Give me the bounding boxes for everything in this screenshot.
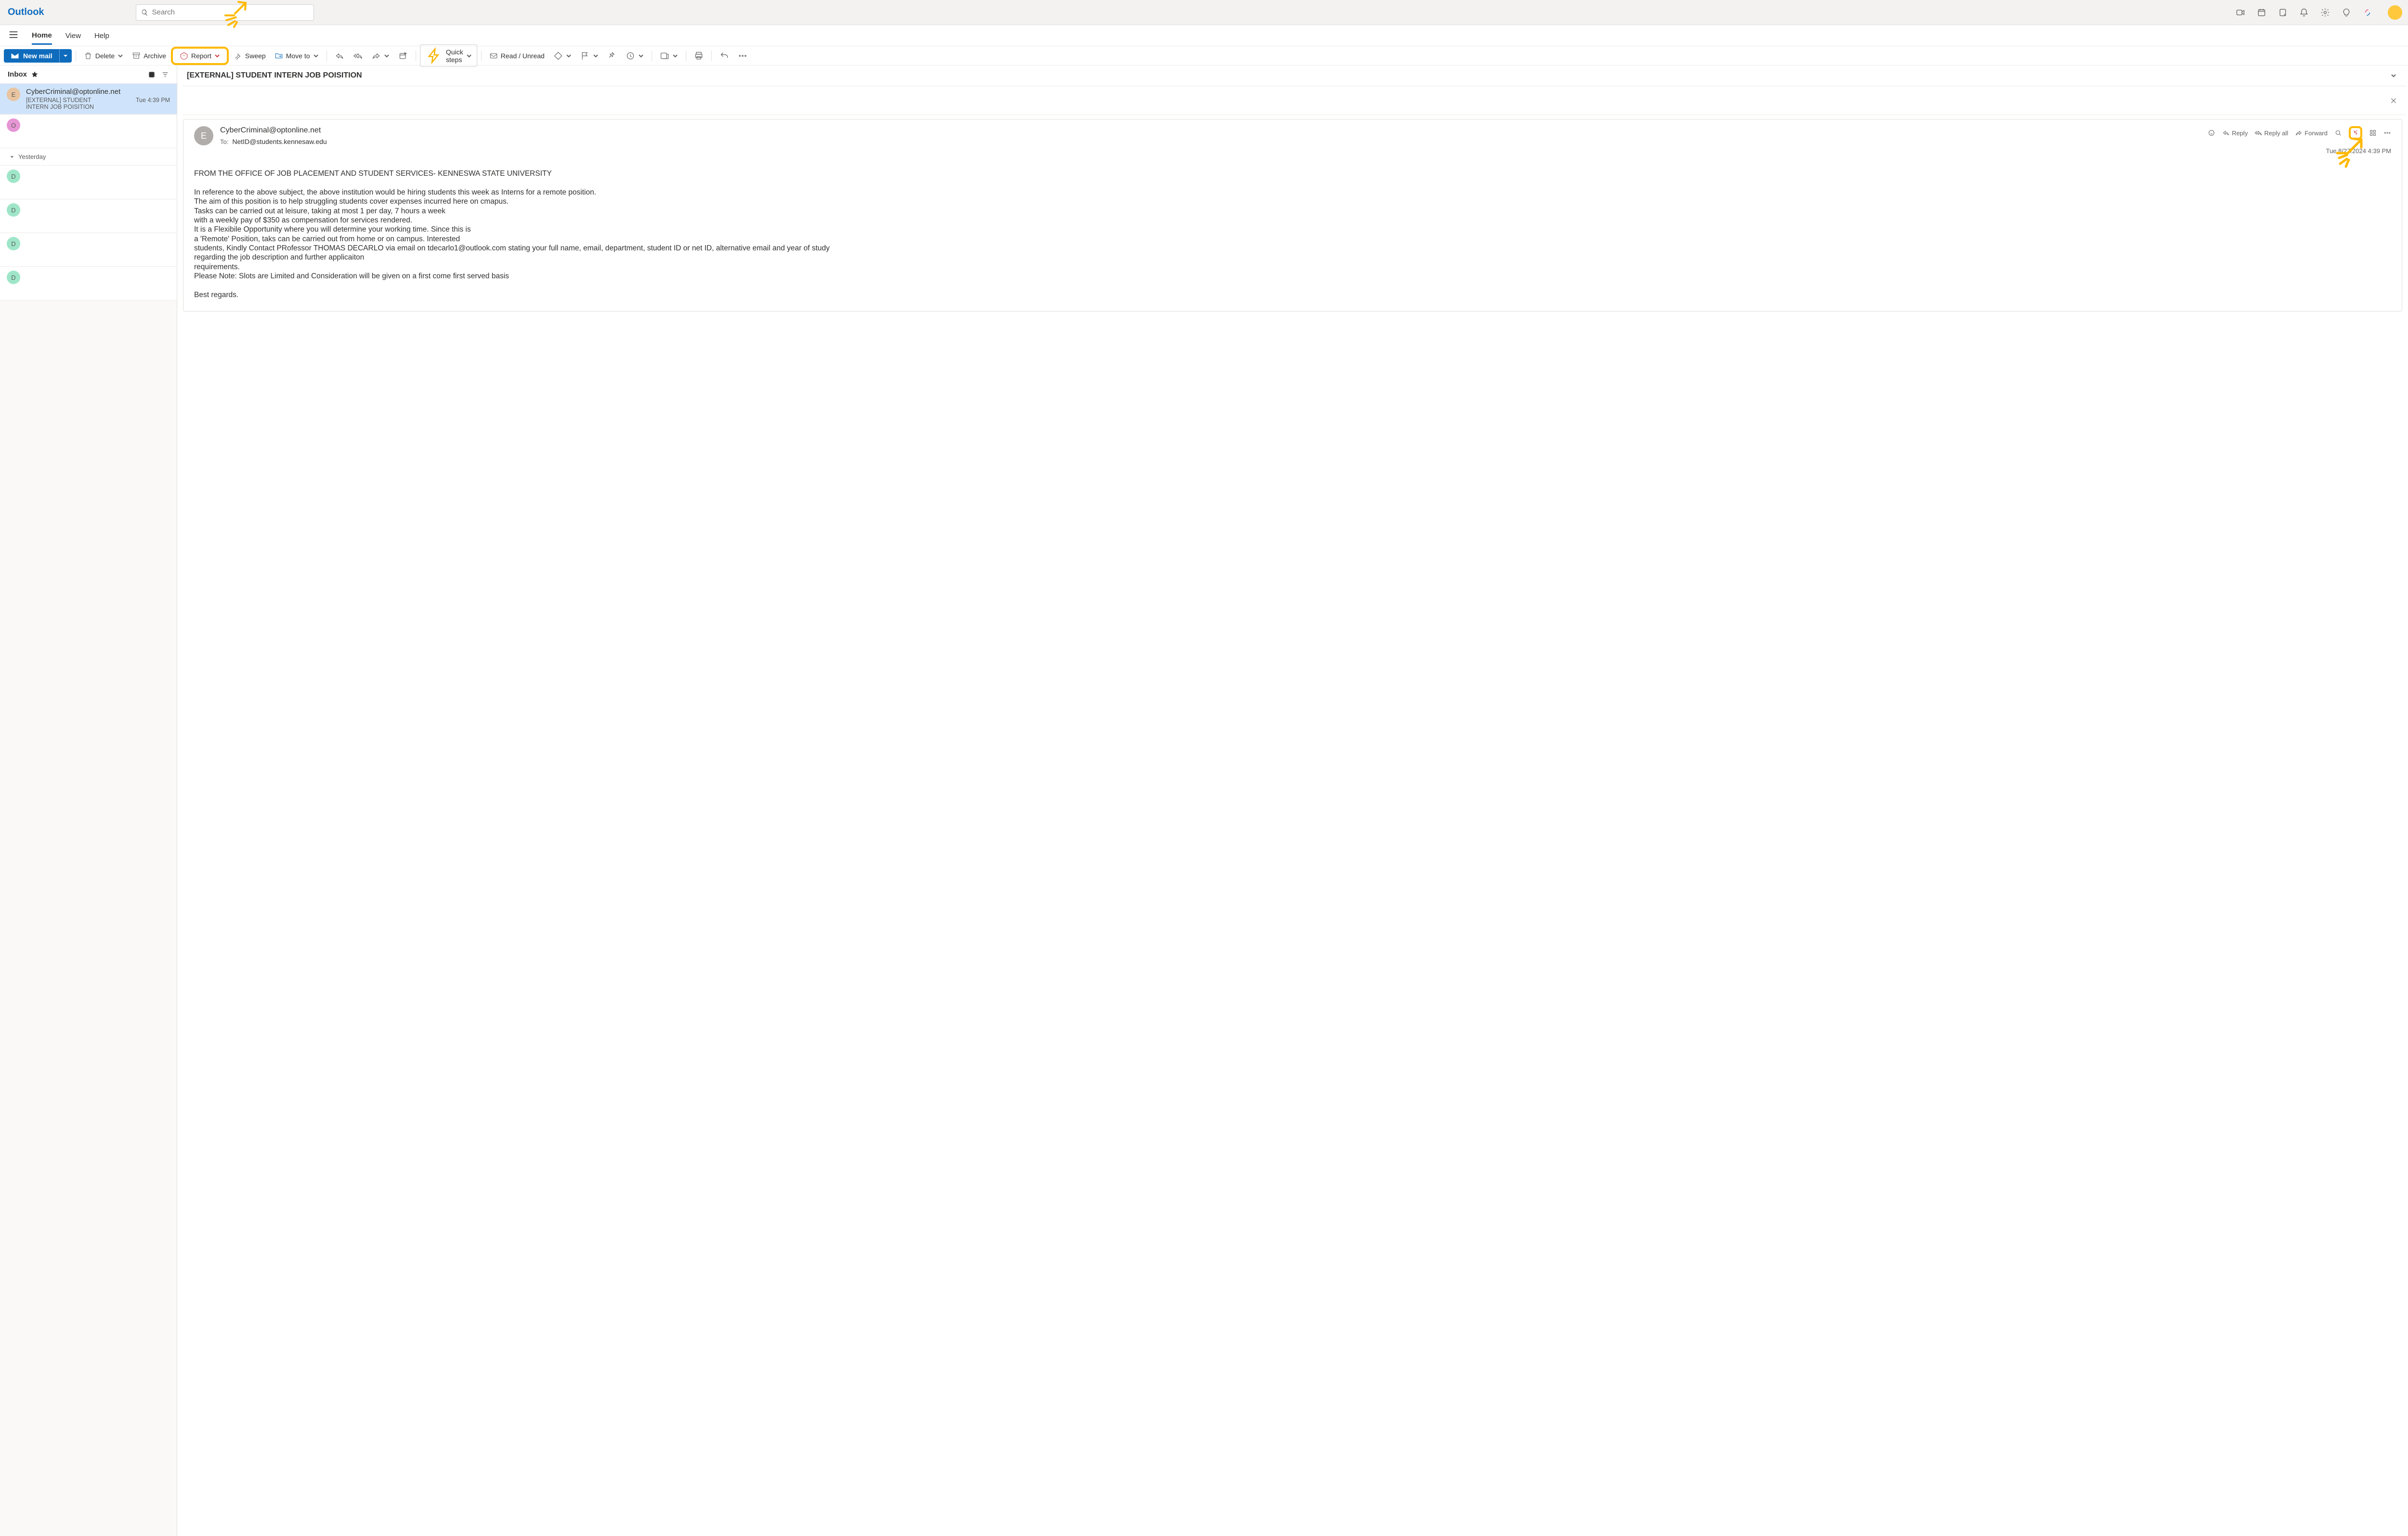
folder-title: Inbox (8, 70, 27, 78)
sweep-button[interactable]: Sweep (230, 50, 270, 62)
message-list-pane: Inbox E CyberCriminal@optonline.net [EXT… (0, 65, 177, 1536)
sender-avatar: D (7, 203, 20, 217)
forward-button[interactable]: Forward (2295, 129, 2328, 137)
message-subject: [EXTERNAL] STUDENT INTERN JOB POISITION (26, 97, 108, 110)
message-item[interactable]: E CyberCriminal@optonline.net [EXTERNAL]… (0, 84, 177, 115)
message-sender: CyberCriminal@optonline.net (26, 88, 170, 96)
flag-button[interactable] (576, 49, 602, 63)
nav-toggle[interactable] (9, 30, 18, 40)
schedule-send-icon[interactable] (394, 49, 412, 63)
sender-avatar: D (7, 271, 20, 284)
message-item[interactable]: D (0, 166, 177, 199)
reply-button[interactable]: Reply (2222, 129, 2248, 137)
select-mode-icon[interactable] (148, 71, 156, 78)
reactions-button[interactable] (2208, 129, 2215, 137)
message-item[interactable]: D (0, 267, 177, 300)
apps-button[interactable] (2369, 129, 2377, 137)
forward-icon-button[interactable] (367, 49, 393, 63)
app-brand: Outlook (8, 7, 44, 18)
notifications-icon[interactable] (2299, 8, 2309, 17)
reply-all-icon-button[interactable] (349, 49, 366, 63)
date-group-header[interactable]: Yesterday (0, 148, 177, 166)
tab-help[interactable]: Help (94, 27, 109, 44)
folder-header: Inbox (0, 65, 177, 84)
from-avatar: E (194, 126, 213, 145)
main-region: Inbox E CyberCriminal@optonline.net [EXT… (0, 65, 2408, 1536)
sender-avatar: E (7, 88, 20, 101)
calendar-peek-icon[interactable] (2257, 8, 2266, 17)
search-input[interactable] (152, 8, 308, 16)
new-mail-button[interactable]: New mail (4, 49, 59, 63)
reply-icon-button[interactable] (331, 49, 348, 63)
close-icon[interactable] (2390, 97, 2397, 104)
categorize-button[interactable] (550, 49, 576, 63)
read-unread-button[interactable]: Read / Unread (485, 50, 549, 62)
pin-button[interactable] (603, 49, 621, 63)
quick-steps-button[interactable]: Quick steps (420, 44, 477, 67)
tab-home[interactable]: Home (32, 26, 52, 45)
message-time: Tue 4:39 PM (136, 97, 170, 110)
subject-bar: [EXTERNAL] STUDENT INTERN JOB POISITION (183, 65, 2406, 86)
zoom-button[interactable] (2334, 129, 2342, 137)
message-item[interactable]: O (0, 115, 177, 148)
account-avatar[interactable] (2388, 5, 2402, 20)
delete-button[interactable]: Delete (80, 50, 127, 62)
reading-subject: [EXTERNAL] STUDENT INTERN JOB POISITION (187, 71, 362, 80)
reading-pane: [EXTERNAL] STUDENT INTERN JOB POISITION … (177, 65, 2408, 1536)
immersive-reader-button[interactable] (656, 49, 682, 63)
print-button[interactable] (690, 49, 707, 63)
info-strip (183, 86, 2406, 115)
settings-icon[interactable] (2320, 8, 2330, 17)
report-highlight: Report (171, 47, 229, 65)
copilot-icon[interactable] (2363, 8, 2372, 17)
reply-all-button[interactable]: Reply all (2254, 129, 2288, 137)
ribbon-tabs: Home View Help (0, 25, 2408, 46)
from-address: CyberCriminal@optonline.net (220, 126, 327, 135)
new-mail-split[interactable] (59, 49, 72, 63)
header-action-icons (2236, 5, 2402, 20)
expand-header-icon[interactable] (2391, 73, 2396, 78)
message-item[interactable]: D (0, 199, 177, 233)
phish-alert-highlight (2349, 126, 2362, 140)
title-bar: Outlook (0, 0, 2408, 25)
tab-view[interactable]: View (65, 27, 81, 44)
move-to-button[interactable]: Move to (271, 50, 323, 62)
snooze-button[interactable] (622, 49, 648, 63)
more-commands-button (734, 49, 751, 63)
to-label: To: (220, 138, 228, 145)
notes-icon[interactable] (2278, 8, 2288, 17)
search-box[interactable] (136, 4, 314, 21)
message-card: E CyberCriminal@optonline.net To: NetID@… (183, 119, 2402, 312)
phish-alert-button[interactable] (2352, 129, 2359, 137)
new-mail-label: New mail (23, 52, 52, 60)
message-more-button[interactable] (2383, 129, 2391, 137)
sender-avatar: D (7, 169, 20, 183)
message-actions: Reply Reply all Forward (2208, 126, 2391, 140)
favorite-star-icon[interactable] (31, 71, 39, 78)
sender-avatar: O (7, 118, 20, 132)
to-address: NetID@students.kennesaw.edu (232, 138, 327, 145)
archive-button[interactable]: Archive (128, 50, 170, 62)
search-icon (141, 9, 148, 16)
report-button[interactable]: Report (176, 50, 224, 62)
tips-icon[interactable] (2342, 8, 2351, 17)
filter-icon[interactable] (161, 71, 169, 78)
message-datetime: Tue 8/27/2024 4:39 PM (194, 147, 2391, 155)
meet-now-icon[interactable] (2236, 8, 2245, 17)
command-toolbar: New mail Delete Archive Report Sweep Mov… (0, 46, 2408, 65)
undo-button[interactable] (716, 49, 733, 63)
sender-avatar: D (7, 237, 20, 250)
message-item[interactable]: D (0, 233, 177, 267)
message-body: FROM THE OFFICE OF JOB PLACEMENT AND STU… (194, 169, 2391, 299)
